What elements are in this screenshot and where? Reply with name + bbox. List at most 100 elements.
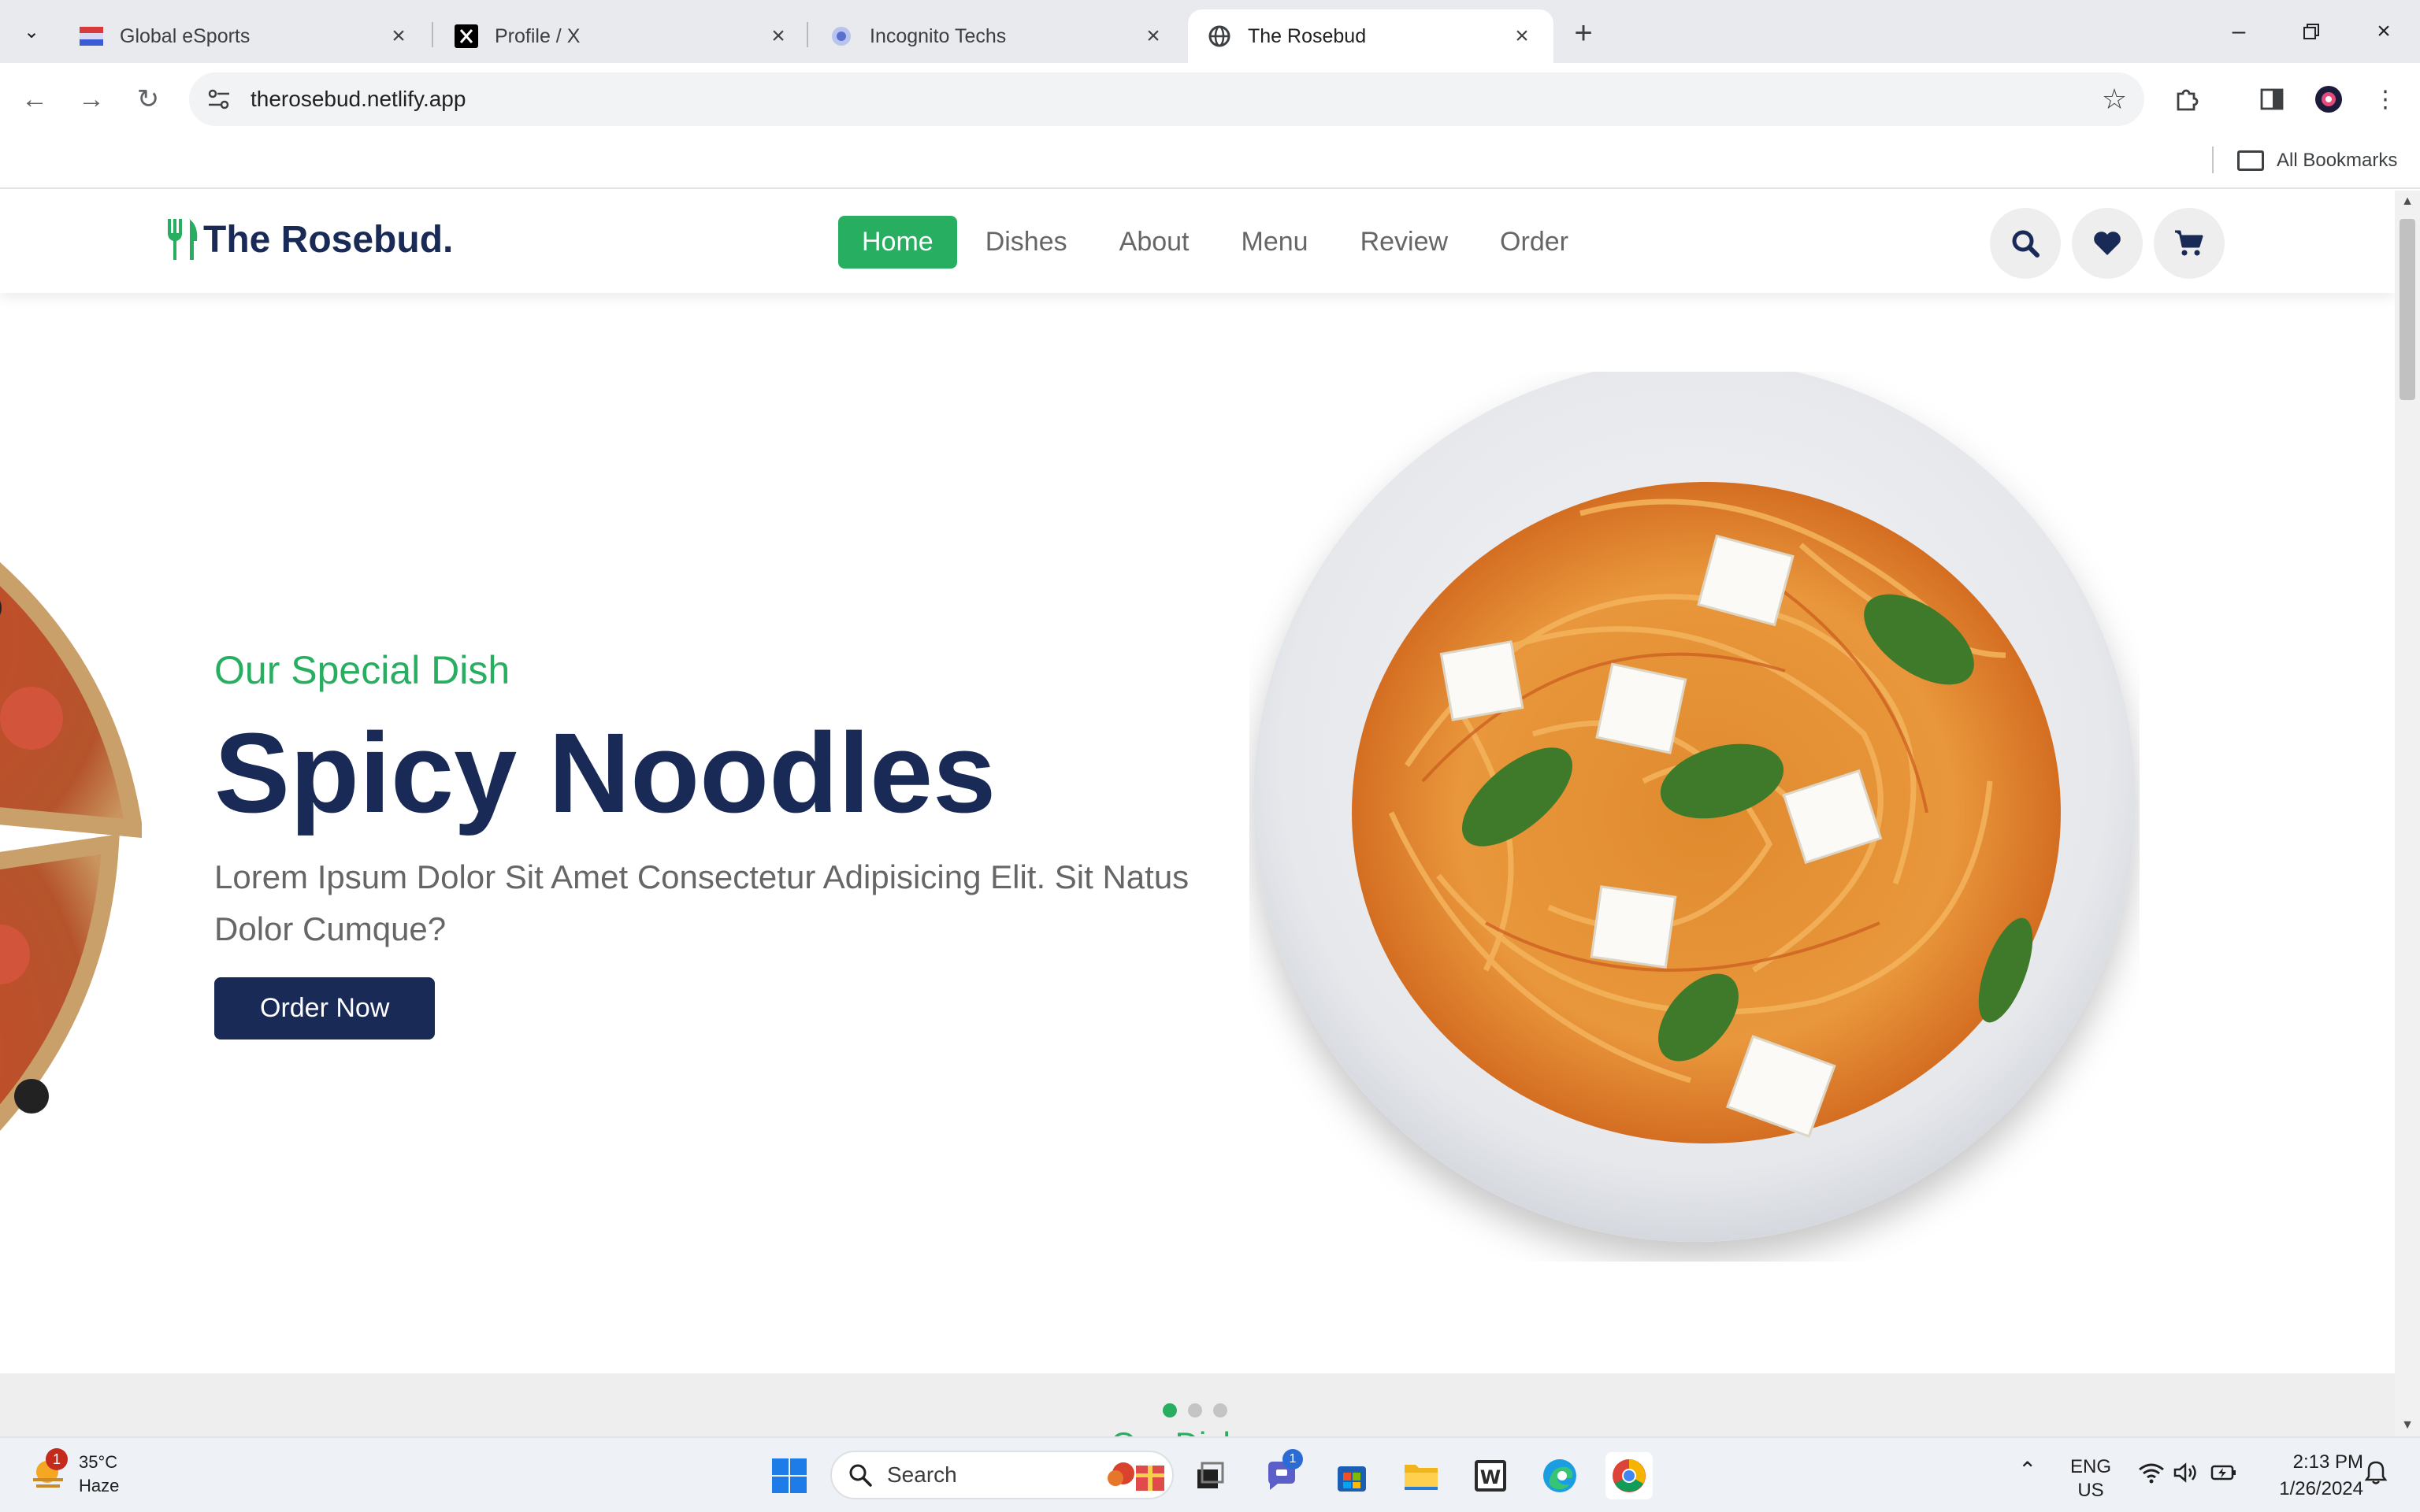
- tab-close-icon[interactable]: ×: [766, 23, 791, 49]
- all-bookmarks-button[interactable]: All Bookmarks: [2237, 145, 2397, 176]
- site-logo[interactable]: The Rosebud.: [165, 217, 453, 261]
- bookmarks-separator: [2212, 146, 2214, 173]
- x-logo-icon: [454, 24, 479, 49]
- nav-menu[interactable]: Menu: [1218, 216, 1332, 269]
- tab-title: The Rosebud: [1248, 24, 1367, 47]
- page-viewport: The Rosebud. Home Dishes About Menu Revi…: [0, 191, 2395, 1436]
- tab-the-rosebud[interactable]: The Rosebud ×: [1188, 9, 1553, 63]
- profile-avatar-icon[interactable]: [2310, 80, 2348, 118]
- windows-taskbar: 1 35°C Haze Search 1 W ⌃ ENG US 2:13 PM …: [0, 1436, 2420, 1512]
- task-view-icon[interactable]: [1186, 1452, 1234, 1499]
- windows-start-icon[interactable]: [766, 1452, 813, 1499]
- language-line2: US: [2077, 1480, 2104, 1501]
- file-explorer-icon[interactable]: [1397, 1452, 1445, 1499]
- address-bar[interactable]: therosebud.netlify.app ☆: [189, 72, 2144, 126]
- clock-time: 2:13 PM: [2292, 1451, 2363, 1473]
- restore-icon[interactable]: [2294, 14, 2329, 49]
- next-section-heading: Our Dishes: [1111, 1425, 1276, 1436]
- page-scrollbar[interactable]: ▲ ▼: [2395, 191, 2420, 1436]
- nav-about[interactable]: About: [1096, 216, 1213, 269]
- weather-widget[interactable]: 1 35°C Haze: [28, 1448, 119, 1498]
- url-text[interactable]: therosebud.netlify.app: [251, 87, 2095, 112]
- hero-subtitle: Our Special Dish: [214, 648, 510, 692]
- weather-text: 35°C Haze: [79, 1451, 119, 1498]
- main-nav: Home Dishes About Menu Review Order: [838, 216, 1597, 269]
- tab-separator: [807, 22, 808, 47]
- hero-title: Spicy Noodles: [214, 710, 997, 836]
- scroll-thumb[interactable]: [2400, 219, 2415, 400]
- back-arrow-icon[interactable]: ←: [16, 80, 54, 118]
- reload-icon[interactable]: ↻: [129, 80, 167, 118]
- site-info-icon[interactable]: [203, 83, 235, 115]
- global-esports-flag-icon: [79, 24, 104, 49]
- folder-icon: [2237, 150, 2264, 171]
- close-window-icon[interactable]: ×: [2366, 14, 2401, 49]
- site-header: The Rosebud. Home Dishes About Menu Revi…: [0, 191, 2395, 293]
- taskbar-search-box[interactable]: Search: [830, 1451, 1174, 1499]
- scroll-up-arrow-icon[interactable]: ▲: [2401, 195, 2414, 208]
- weather-badge: 1: [46, 1448, 68, 1470]
- taskbar-clock[interactable]: 2:13 PM 1/26/2024: [2253, 1449, 2363, 1503]
- logo-text: The Rosebud.: [203, 218, 454, 261]
- weather-haze-icon: 1: [28, 1448, 68, 1494]
- tab-close-icon[interactable]: ×: [386, 23, 411, 49]
- spaghetti-plate-image: [1253, 372, 2136, 1242]
- search-icon[interactable]: [1990, 208, 2061, 279]
- battery-icon[interactable]: [2210, 1463, 2237, 1488]
- order-now-button[interactable]: Order Now: [214, 976, 436, 1040]
- incognito-techs-icon: [829, 24, 854, 49]
- tab-close-icon[interactable]: ×: [1141, 23, 1166, 49]
- wordweb-app-icon[interactable]: W: [1467, 1452, 1514, 1499]
- heart-icon[interactable]: [2072, 208, 2143, 279]
- globe-icon: [1207, 24, 1232, 49]
- browser-tabstrip: ⌄ Global eSports × Profile / X × Incogni…: [0, 0, 2420, 63]
- nav-review[interactable]: Review: [1337, 216, 1472, 269]
- tab-search-chevron-icon[interactable]: ⌄: [16, 16, 47, 47]
- browser-toolbar: ← → ↻ therosebud.netlify.app ☆ ⋮: [0, 63, 2420, 135]
- extensions-puzzle-icon[interactable]: [2168, 80, 2206, 118]
- hero-content: Our Special Dish Spicy Noodles Lorem Ips…: [214, 647, 1238, 1040]
- bookmarks-bar: All Bookmarks: [0, 135, 2420, 189]
- chrome-menu-kebab-icon[interactable]: ⋮: [2366, 80, 2404, 118]
- tab-incognito-techs[interactable]: Incognito Techs ×: [810, 9, 1185, 63]
- taskbar-search-placeholder: Search: [887, 1462, 957, 1487]
- search-icon: [849, 1464, 872, 1487]
- volume-icon[interactable]: [2173, 1462, 2199, 1490]
- cart-icon[interactable]: [2154, 208, 2225, 279]
- slider-dot-3[interactable]: [1213, 1403, 1227, 1418]
- tab-separator: [432, 22, 433, 47]
- notification-bell-icon[interactable]: [2364, 1460, 2388, 1492]
- teams-chat-icon[interactable]: 1: [1257, 1449, 1305, 1499]
- forward-arrow-icon[interactable]: →: [72, 80, 110, 118]
- tab-profile-x[interactable]: Profile / X ×: [435, 9, 810, 63]
- chrome-browser-icon[interactable]: [1605, 1452, 1653, 1499]
- teams-badge: 1: [1282, 1449, 1303, 1469]
- slider-dot-2[interactable]: [1188, 1403, 1202, 1418]
- show-hidden-icons-chevron-icon[interactable]: ⌃: [2018, 1458, 2036, 1482]
- hero-description: Lorem Ipsum Dolor Sit Amet Consectetur A…: [214, 858, 1190, 947]
- clock-date: 1/26/2024: [2279, 1478, 2363, 1499]
- slider-pagination: [1163, 1403, 1227, 1418]
- nav-order[interactable]: Order: [1476, 216, 1592, 269]
- weather-temp: 35°C: [79, 1452, 118, 1472]
- bookmark-star-icon[interactable]: ☆: [2095, 80, 2133, 118]
- nav-dishes[interactable]: Dishes: [962, 216, 1091, 269]
- microsoft-store-icon[interactable]: [1328, 1452, 1375, 1499]
- scroll-down-arrow-icon[interactable]: ▼: [2401, 1419, 2414, 1432]
- tab-close-icon[interactable]: ×: [1509, 23, 1535, 49]
- tab-title: Incognito Techs: [870, 24, 1007, 47]
- slider-dot-1[interactable]: [1163, 1403, 1177, 1418]
- nav-home[interactable]: Home: [838, 216, 957, 269]
- language-indicator[interactable]: ENG US: [2069, 1455, 2113, 1503]
- weather-condition: Haze: [79, 1476, 120, 1495]
- minimize-icon[interactable]: –: [2221, 14, 2256, 49]
- pizza-image: [0, 561, 142, 1131]
- all-bookmarks-label: All Bookmarks: [2277, 150, 2398, 171]
- tab-global-esports[interactable]: Global eSports ×: [60, 9, 430, 63]
- utensils-icon: [168, 219, 198, 260]
- tab-title: Profile / X: [495, 24, 581, 47]
- new-tab-plus-icon[interactable]: +: [1566, 16, 1601, 50]
- wifi-icon[interactable]: [2138, 1462, 2165, 1490]
- side-panel-icon[interactable]: [2253, 80, 2291, 118]
- edge-browser-icon[interactable]: [1536, 1452, 1583, 1499]
